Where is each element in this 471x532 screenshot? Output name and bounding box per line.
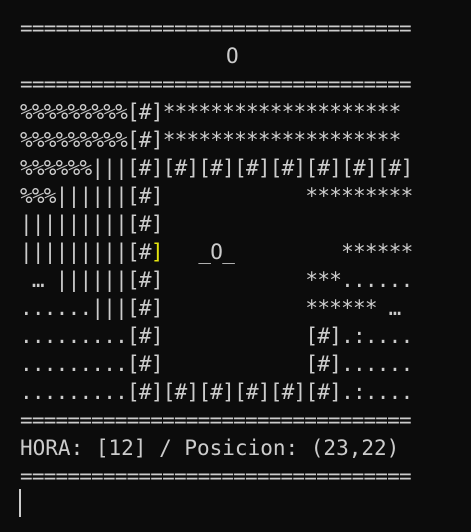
map-segment: %%%%%%%%%[#]******************** bbox=[20, 100, 401, 124]
map-segment: |||||||||[# bbox=[20, 240, 152, 264]
map-row: |||||||||[#] bbox=[20, 210, 163, 238]
map-row: .........[#][#][#][#][#][#].:.... bbox=[20, 378, 413, 406]
map-row: %%%%%%%%%[#]******************** bbox=[20, 98, 401, 126]
map-segment: %%%%%%|||[#][#][#][#][#][#][#][#] bbox=[20, 156, 413, 180]
text-cursor[interactable] bbox=[19, 489, 21, 517]
map-bottom-separator: ================================= bbox=[20, 408, 412, 432]
map-segment: _O_ ****** bbox=[162, 240, 413, 264]
map-segment: … ||||||[#] ***...... bbox=[20, 268, 413, 292]
map-row: |||||||||[#] _O_ ****** bbox=[20, 238, 413, 266]
top-separator: ================================= bbox=[20, 16, 412, 40]
map-row: … ||||||[#] ***...... bbox=[20, 266, 413, 294]
map-row: %%%%%%%%%[#]******************** bbox=[20, 126, 401, 154]
map-row: %%%||||||[#] ********* bbox=[20, 182, 413, 210]
map-segment: %%%%%%%%%[#]******************** bbox=[20, 128, 401, 152]
status-line: HORA: [12] / Posicion: (23,22) bbox=[20, 436, 400, 460]
status-separator: ================================= bbox=[20, 464, 412, 488]
map-top-separator: ================================= bbox=[20, 72, 412, 96]
map-segment: ......|||[#] ****** … bbox=[20, 296, 401, 320]
map-segment: |||||||||[#] bbox=[20, 212, 163, 236]
map-row: .........[#] [#]...... bbox=[20, 350, 413, 378]
map-segment: %%%||||||[#] ********* bbox=[20, 184, 413, 208]
highlighted-bracket: ] bbox=[150, 240, 164, 264]
map-segment: .........[#][#][#][#][#][#].:.... bbox=[20, 380, 413, 404]
top-marker: O bbox=[226, 44, 239, 68]
terminal-window: ================================= O ====… bbox=[0, 0, 471, 532]
map-segment: .........[#] [#]...... bbox=[20, 352, 413, 376]
map-row: ......|||[#] ****** … bbox=[20, 294, 401, 322]
map-row: %%%%%%|||[#][#][#][#][#][#][#][#] bbox=[20, 154, 413, 182]
map-segment: .........[#] [#].:.... bbox=[20, 324, 413, 348]
map-row: .........[#] [#].:.... bbox=[20, 322, 413, 350]
